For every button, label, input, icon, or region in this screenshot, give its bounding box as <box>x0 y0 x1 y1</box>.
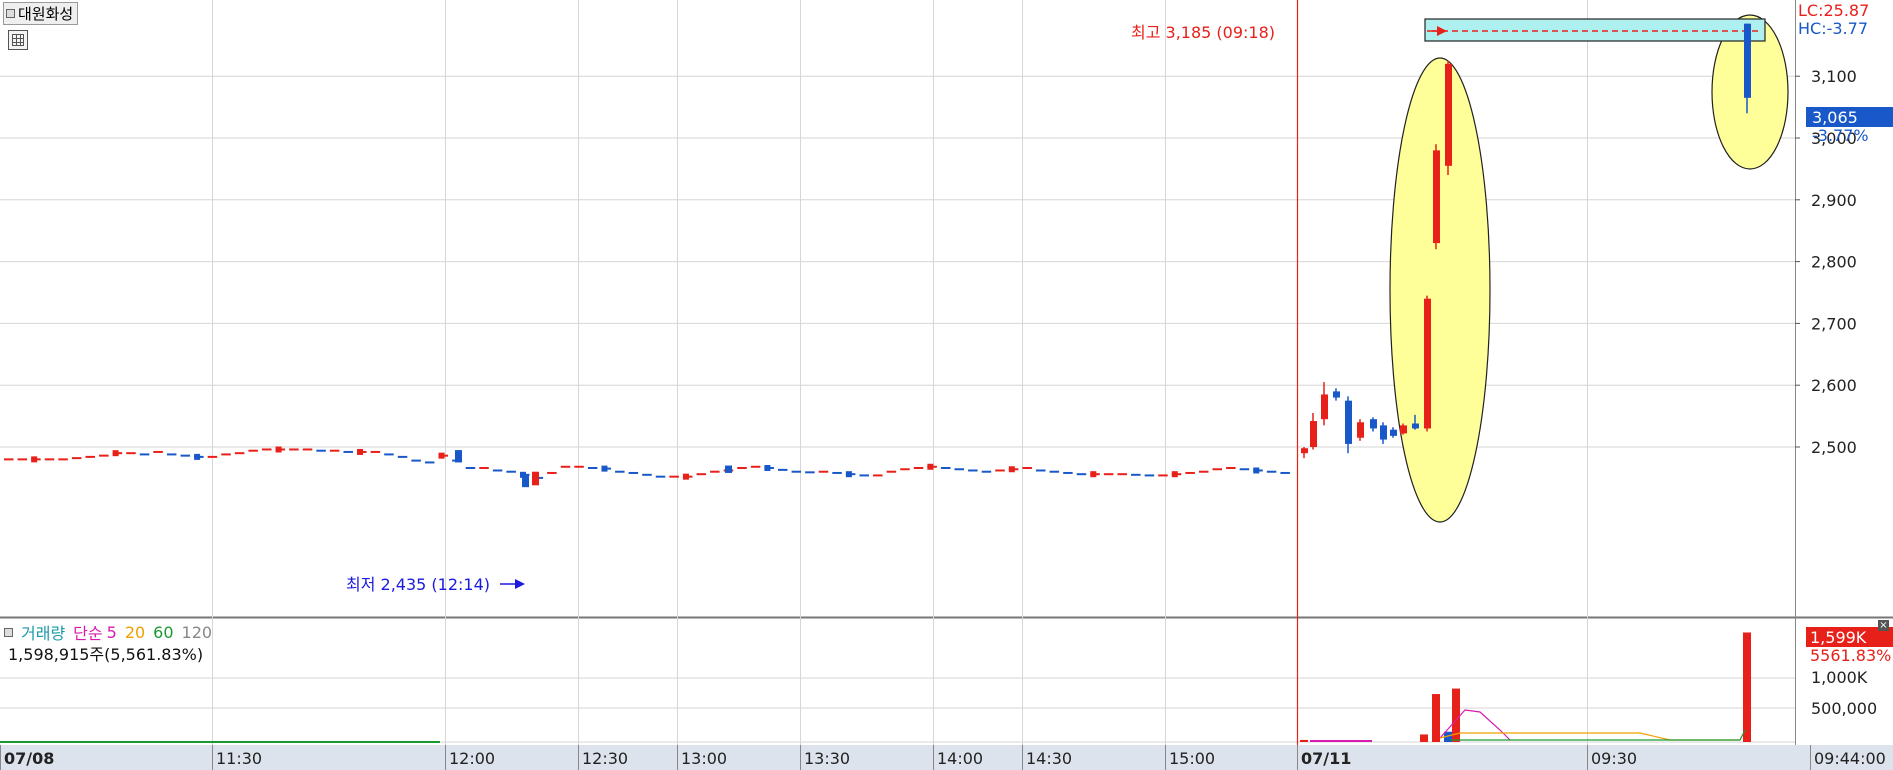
candle-body <box>1345 400 1352 444</box>
day1-candle-body <box>532 471 539 486</box>
square-icon <box>4 627 13 637</box>
volume-bar <box>1743 632 1751 742</box>
close-icon[interactable]: × <box>1878 620 1889 631</box>
volume-bar <box>1300 739 1308 742</box>
current-change: -3.77% <box>1812 126 1869 145</box>
candle-body <box>1412 423 1419 429</box>
day1-candle-body <box>275 446 282 453</box>
stock-title[interactable]: 대원화성 <box>3 2 79 25</box>
day1-candle-body <box>1008 466 1015 473</box>
stock-name: 대원화성 <box>18 5 74 23</box>
ma-20-label: 20 <box>124 622 146 642</box>
time-axis-label: 14:00 <box>937 749 983 768</box>
price-tick-label: 2,900 <box>1811 191 1857 210</box>
day1-candle-body <box>725 465 732 473</box>
candle-body <box>1390 429 1397 436</box>
candle-body <box>1424 298 1431 429</box>
time-axis-label: 14:30 <box>1026 749 1072 768</box>
time-axis-label: 13:30 <box>804 749 850 768</box>
high-box <box>1424 18 1766 42</box>
time-axis-label: 09:30 <box>1591 749 1637 768</box>
candle-body <box>1321 394 1328 420</box>
candle-body <box>1380 425 1387 440</box>
current-price: 3,065 <box>1812 108 1858 127</box>
grid-icon[interactable] <box>8 30 28 50</box>
day1-candle-body <box>357 448 364 455</box>
day1-candle-body <box>455 450 462 463</box>
day1-candle-body <box>682 473 689 480</box>
time-axis-label: 07/11 <box>1301 749 1351 768</box>
day1-candle-body <box>927 463 934 470</box>
price-tick-label: 2,800 <box>1811 253 1857 272</box>
day1-candle-body <box>1253 467 1260 474</box>
day1-candle-body <box>601 465 608 472</box>
ma-120-label: 120 <box>181 622 213 642</box>
highlight-ellipse <box>1389 57 1491 523</box>
volume-tick-label: 500,000 <box>1811 699 1877 718</box>
volume-tick-label: 1,000K <box>1811 668 1868 687</box>
price-tick-label: 2,700 <box>1811 314 1857 333</box>
time-axis-label: 12:00 <box>449 749 495 768</box>
time-axis-label: 11:30 <box>216 749 262 768</box>
day1-candle-body <box>438 452 445 459</box>
square-icon <box>6 9 15 18</box>
price-tick-label: 2,600 <box>1811 376 1857 395</box>
time-axis-label: 09:44:00 <box>1814 749 1886 768</box>
volume-tag-value: 1,599K <box>1810 628 1867 647</box>
time-axis-label: 13:00 <box>681 749 727 768</box>
day1-candle-body <box>194 453 201 460</box>
lc-readout: LC:25.87 <box>1798 1 1869 20</box>
day1-candle-body <box>845 471 852 478</box>
day1-candle-body <box>31 456 38 463</box>
ma-5-label: 5 <box>106 622 117 642</box>
low-annotation: 최저 2,435 (12:14) <box>346 575 490 594</box>
volume-tag-pct: 5561.83% <box>1810 646 1891 665</box>
volume-info: 1,598,915주(5,561.83%) <box>8 645 204 664</box>
candle-body <box>1333 391 1340 398</box>
candle-body <box>1400 425 1407 434</box>
price-tick-label: 3,100 <box>1811 67 1857 86</box>
high-annotation: 최고 3,185 (09:18) <box>1131 23 1275 42</box>
price-chart[interactable]: 3,1003,0002,9002,8002,7002,6002,5001,000… <box>0 0 1893 770</box>
candle-body <box>1370 419 1377 429</box>
candle-body <box>1433 150 1440 244</box>
price-tick-label: 2,500 <box>1811 438 1857 457</box>
volume-bar <box>1420 734 1428 742</box>
candle-body <box>1445 63 1452 166</box>
candle-body <box>1310 421 1317 447</box>
time-axis-label: 12:30 <box>582 749 628 768</box>
day1-candle-body <box>764 465 771 472</box>
candle-body <box>1744 23 1751 98</box>
day1-candle-body <box>522 474 529 488</box>
day1-candle-body <box>112 450 119 457</box>
time-axis-label: 07/08 <box>4 749 54 768</box>
day1-candle-body <box>1090 471 1097 478</box>
time-axis-label: 15:00 <box>1169 749 1215 768</box>
day1-candle-body <box>1171 471 1178 478</box>
hc-readout: HC:-3.77 <box>1798 19 1868 38</box>
volume-bar <box>1432 694 1440 742</box>
candle-body <box>1301 448 1308 454</box>
ma-60-label: 60 <box>153 622 174 642</box>
candle-body <box>1357 422 1364 438</box>
